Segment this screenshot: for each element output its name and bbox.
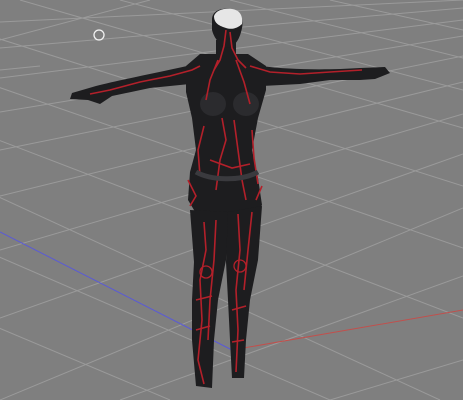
chest-right bbox=[233, 92, 259, 116]
3d-viewport[interactable] bbox=[0, 0, 463, 400]
viewport-canvas[interactable] bbox=[0, 0, 463, 400]
chest-left bbox=[200, 92, 226, 116]
